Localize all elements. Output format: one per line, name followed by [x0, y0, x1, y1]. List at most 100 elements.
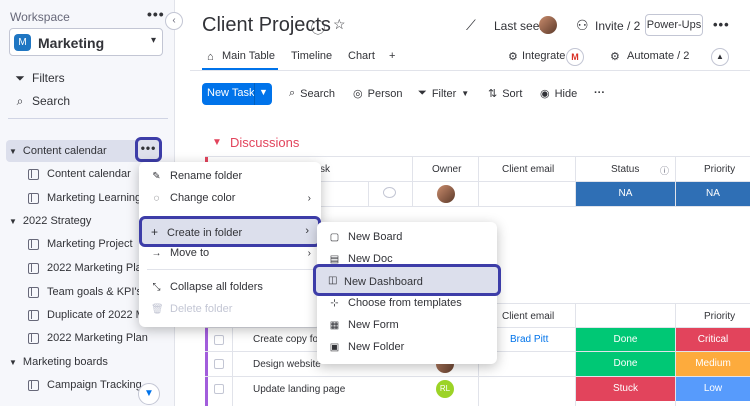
menu-item-collapse-all-folders[interactable]: ⤡ Collapse all folders	[139, 277, 321, 297]
priority-cell[interactable]: Medium	[676, 352, 750, 376]
board-icon	[28, 379, 39, 391]
folder-more-button[interactable]: •••	[135, 137, 162, 162]
owner-avatar[interactable]	[437, 185, 455, 203]
caret-down-icon: ▼	[9, 146, 17, 156]
priority-cell[interactable]: NA	[676, 182, 750, 206]
integrate-button[interactable]: Integrate	[522, 50, 565, 62]
tab-chart[interactable]: Chart	[348, 50, 375, 62]
column-header-client-email: Client email	[502, 164, 555, 175]
filters-link[interactable]: ⏷ Filters	[14, 69, 64, 87]
automate-button[interactable]: Automate / 2	[627, 50, 689, 62]
more-options-button[interactable]: ···	[594, 87, 605, 99]
board-label: 2022 Marketing Plan	[47, 332, 148, 344]
more-icon[interactable]: •••	[713, 17, 730, 32]
status-cell[interactable]: Stuck	[576, 377, 675, 401]
menu-item-create-in-folder[interactable]: + Create in folder ›	[139, 216, 321, 247]
column-header-task: sk	[320, 164, 330, 175]
dashboard-icon: ◫	[328, 275, 338, 286]
sort-button[interactable]: ⇅ Sort	[488, 87, 522, 101]
board-label: 2022 Marketing Plan	[47, 262, 148, 274]
invite-button[interactable]: Invite / 2	[595, 19, 640, 33]
divider	[232, 327, 233, 406]
filter-icon: ⏷	[15, 70, 25, 85]
search-label: Search	[300, 87, 336, 100]
priority-cell[interactable]: Low	[676, 377, 750, 401]
tab-timeline[interactable]: Timeline	[291, 50, 332, 62]
tab-main-table[interactable]: Main Table	[222, 50, 275, 62]
priority-cell[interactable]: Critical	[676, 328, 750, 351]
trash-icon: 🗑	[151, 303, 164, 315]
sidebar-board-item[interactable]: 2022 Marketing Plan	[28, 328, 148, 348]
column-header-status: Status	[611, 164, 640, 175]
menu-item-delete-folder[interactable]: 🗑 Delete folder	[139, 299, 321, 319]
group-title[interactable]: Discussions	[230, 135, 299, 150]
invite-icon[interactable]: ⚇	[576, 17, 589, 34]
sidebar-board-item[interactable]: Campaign Tracking	[28, 375, 142, 395]
star-icon[interactable]: ☆	[333, 16, 346, 33]
chevron-down-icon[interactable]: ▼	[259, 87, 268, 97]
add-view-button[interactable]: +	[389, 50, 395, 62]
person-button[interactable]: ◎ Person	[353, 87, 402, 101]
folder-label: Marketing boards	[22, 356, 108, 368]
menu-item-new-folder[interactable]: ▣ New Folder	[317, 337, 497, 357]
task-name[interactable]: Create copy fo	[253, 334, 318, 345]
sidebar-board-item[interactable]: Duplicate of 2022 Ma	[28, 305, 151, 325]
status-cell[interactable]: Done	[576, 352, 675, 376]
menu-item-new-board[interactable]: ▢ New Board	[317, 227, 497, 247]
menu-item-new-dashboard[interactable]: ◫ New Dashboard	[313, 264, 501, 296]
search-button[interactable]: ⌕ Search	[289, 87, 335, 100]
workspace-logo: M	[14, 34, 31, 51]
sidebar-board-item[interactable]: Content calendar	[28, 164, 131, 184]
filter-button[interactable]: ⏷ Filter ▼	[418, 87, 469, 100]
menu-item-label: Change color	[170, 192, 236, 204]
client-email-link[interactable]: Brad Pitt	[510, 334, 548, 345]
owner-avatar[interactable]: RL	[436, 380, 454, 398]
menu-item-label: New Board	[348, 231, 403, 243]
task-name[interactable]: Design website	[253, 359, 321, 370]
sidebar-board-item[interactable]: Marketing Project	[28, 234, 133, 254]
chevron-down-icon[interactable]: ▼	[212, 137, 222, 148]
info-icon[interactable]: ⓘ	[311, 18, 325, 38]
menu-item-new-form[interactable]: ▦ New Form	[317, 315, 497, 335]
row-checkbox[interactable]	[214, 335, 224, 345]
hide-button[interactable]: ◉ Hide	[540, 87, 577, 101]
collapse-sidebar-button[interactable]: ‹	[165, 12, 183, 30]
divider	[368, 181, 369, 206]
row-checkbox[interactable]	[214, 384, 224, 394]
chevron-down-icon: ▼	[461, 89, 470, 98]
caret-down-icon: ▼	[9, 357, 17, 367]
scroll-down-button[interactable]: ▼	[138, 383, 160, 405]
row-checkbox[interactable]	[214, 359, 224, 369]
chevron-right-icon: ›	[307, 192, 311, 204]
activity-icon[interactable]: ⟋	[466, 17, 476, 34]
palette-icon: ◌	[153, 192, 160, 204]
menu-item-rename-folder[interactable]: ✎ Rename folder	[139, 166, 321, 186]
workspace-select[interactable]: M Marketing ▾	[9, 28, 163, 56]
folder-content-calendar[interactable]: ▼ Content calendar	[9, 141, 107, 161]
column-header-priority: Priority	[704, 164, 736, 175]
new-task-button[interactable]: New Task ▼	[202, 83, 272, 105]
folder-marketing-boards[interactable]: ▼ Marketing boards	[9, 352, 108, 372]
folder-label: 2022 Strategy	[22, 215, 92, 227]
avatar[interactable]	[539, 16, 557, 34]
collapse-header-button[interactable]: ▲	[711, 48, 729, 66]
search-label: Search	[32, 94, 71, 108]
sidebar-board-item[interactable]: 2022 Marketing Plan	[28, 258, 148, 278]
board-icon: ▢	[329, 231, 340, 243]
active-tab-indicator	[202, 68, 278, 70]
menu-item-label: Move to	[170, 247, 210, 259]
filter-label: Filter	[431, 87, 457, 100]
workspace-more-icon[interactable]: •••	[147, 6, 165, 22]
status-cell[interactable]: Done	[576, 328, 675, 351]
sidebar-board-item[interactable]: Team goals & KPI's	[28, 282, 142, 302]
menu-item-choose-from-templates[interactable]: ⊹ Choose from templates	[317, 293, 497, 313]
menu-item-change-color[interactable]: ◌ Change color ›	[139, 188, 321, 208]
chat-icon[interactable]	[383, 187, 396, 198]
power-ups-button[interactable]: Power-Ups	[645, 14, 703, 36]
search-link[interactable]: ⌕ Search	[14, 92, 70, 110]
info-icon[interactable]: ⓘ	[660, 164, 669, 177]
task-name[interactable]: Update landing page	[253, 384, 345, 395]
status-cell[interactable]: NA	[576, 182, 675, 206]
folder-2022-strategy[interactable]: ▼ 2022 Strategy	[9, 211, 91, 231]
menu-item-label: New Dashboard	[344, 276, 423, 288]
